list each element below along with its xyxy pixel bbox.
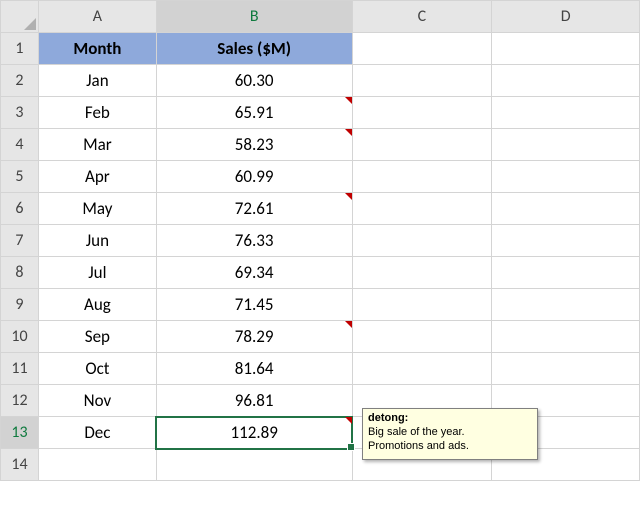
row-header-4[interactable]: 4: [1, 129, 39, 161]
row-header-9[interactable]: 9: [1, 289, 39, 321]
row-header-3[interactable]: 3: [1, 97, 39, 129]
cell-C10[interactable]: [352, 321, 492, 353]
cell-D8[interactable]: [492, 257, 640, 289]
cell-B12[interactable]: 96.81: [156, 385, 352, 417]
cell-B5[interactable]: 60.99: [156, 161, 352, 193]
comment-body-line2: Promotions and ads.: [368, 440, 469, 452]
cell-C11[interactable]: [352, 353, 492, 385]
comment-author: detong:: [368, 412, 408, 424]
col-header-D[interactable]: D: [492, 1, 640, 33]
cell-A6[interactable]: May: [38, 193, 156, 225]
cell-B3[interactable]: 65.91: [156, 97, 352, 129]
row-header-7[interactable]: 7: [1, 225, 39, 257]
cell-B9[interactable]: 71.45: [156, 289, 352, 321]
row-header-5[interactable]: 5: [1, 161, 39, 193]
select-all-corner[interactable]: [1, 1, 39, 33]
cell-B10[interactable]: 78.29: [156, 321, 352, 353]
cell-B6[interactable]: 72.61: [156, 193, 352, 225]
cell-A13[interactable]: Dec: [38, 417, 156, 449]
cell-C4[interactable]: [352, 129, 492, 161]
cell-B4[interactable]: 58.23: [156, 129, 352, 161]
cell-D11[interactable]: [492, 353, 640, 385]
cell-A11[interactable]: Oct: [38, 353, 156, 385]
cell-D9[interactable]: [492, 289, 640, 321]
row-header-8[interactable]: 8: [1, 257, 39, 289]
cell-A7[interactable]: Jun: [38, 225, 156, 257]
cell-A2[interactable]: Jan: [38, 65, 156, 97]
cell-A14[interactable]: [38, 449, 156, 481]
cell-A9[interactable]: Aug: [38, 289, 156, 321]
cell-C5[interactable]: [352, 161, 492, 193]
cell-C3[interactable]: [352, 97, 492, 129]
cell-C6[interactable]: [352, 193, 492, 225]
cell-D7[interactable]: [492, 225, 640, 257]
cell-C2[interactable]: [352, 65, 492, 97]
cell-D5[interactable]: [492, 161, 640, 193]
spreadsheet-grid[interactable]: A B C D 1 Month Sales ($M) 2 Jan 60.30 3…: [0, 0, 640, 481]
cell-D6[interactable]: [492, 193, 640, 225]
cell-D1[interactable]: [492, 33, 640, 65]
cell-C8[interactable]: [352, 257, 492, 289]
cell-A8[interactable]: Jul: [38, 257, 156, 289]
row-header-10[interactable]: 10: [1, 321, 39, 353]
cell-A12[interactable]: Nov: [38, 385, 156, 417]
cell-C1[interactable]: [352, 33, 492, 65]
row-header-13[interactable]: 13: [1, 417, 39, 449]
cell-B7[interactable]: 76.33: [156, 225, 352, 257]
cell-B14[interactable]: [156, 449, 352, 481]
comment-tooltip: detong: Big sale of the year. Promotions…: [362, 408, 538, 460]
comment-body-line1: Big sale of the year.: [368, 426, 465, 438]
col-header-B[interactable]: B: [156, 1, 352, 33]
cell-A4[interactable]: Mar: [38, 129, 156, 161]
cell-D2[interactable]: [492, 65, 640, 97]
cell-D3[interactable]: [492, 97, 640, 129]
cell-D10[interactable]: [492, 321, 640, 353]
cell-C7[interactable]: [352, 225, 492, 257]
cell-B11[interactable]: 81.64: [156, 353, 352, 385]
row-header-14[interactable]: 14: [1, 449, 39, 481]
cell-B2[interactable]: 60.30: [156, 65, 352, 97]
cell-C9[interactable]: [352, 289, 492, 321]
cell-A3[interactable]: Feb: [38, 97, 156, 129]
cell-B13[interactable]: 112.89: [156, 417, 352, 449]
row-header-11[interactable]: 11: [1, 353, 39, 385]
cell-D4[interactable]: [492, 129, 640, 161]
col-header-C[interactable]: C: [352, 1, 492, 33]
cell-A10[interactable]: Sep: [38, 321, 156, 353]
cell-A1[interactable]: Month: [38, 33, 156, 65]
row-header-1[interactable]: 1: [1, 33, 39, 65]
col-header-A[interactable]: A: [38, 1, 156, 33]
row-header-2[interactable]: 2: [1, 65, 39, 97]
row-header-6[interactable]: 6: [1, 193, 39, 225]
cell-B1[interactable]: Sales ($M): [156, 33, 352, 65]
cell-B8[interactable]: 69.34: [156, 257, 352, 289]
cell-A5[interactable]: Apr: [38, 161, 156, 193]
row-header-12[interactable]: 12: [1, 385, 39, 417]
